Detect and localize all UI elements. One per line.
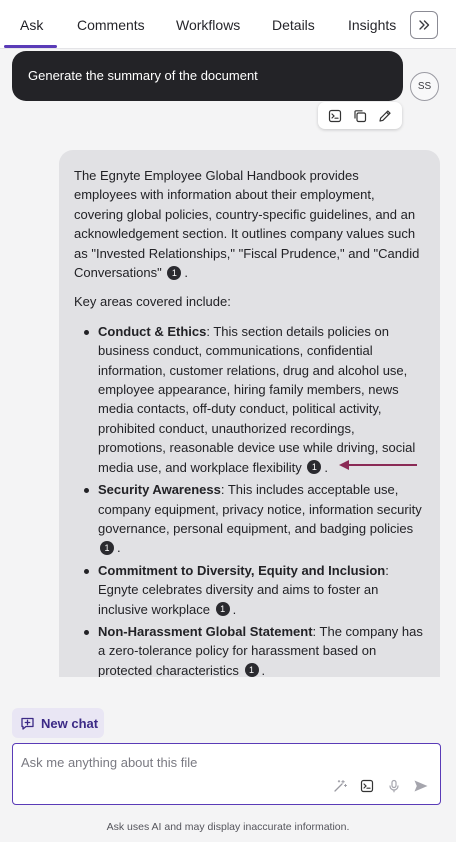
key-areas-list: Conduct & Ethics: This section details p…	[74, 322, 425, 677]
copy-prompt-button[interactable]	[349, 105, 371, 127]
citation-badge[interactable]: 1	[307, 460, 322, 475]
list-item: Non-Harassment Global Statement: The com…	[74, 622, 425, 677]
send-button[interactable]	[412, 777, 430, 795]
expand-panel-button[interactable]	[410, 11, 438, 39]
user-prompt-text: Generate the summary of the document	[28, 68, 258, 83]
citation-badge[interactable]: 1	[215, 602, 230, 617]
prompt-actions-toolbar	[318, 102, 402, 129]
annotation-arrow-icon	[339, 460, 417, 470]
list-item: Security Awareness: This includes accept…	[74, 480, 425, 558]
active-tab-indicator	[4, 45, 57, 48]
magic-wand-button[interactable]	[331, 777, 349, 795]
new-chat-label: New chat	[41, 715, 99, 731]
user-prompt-bubble: Generate the summary of the document	[12, 51, 403, 101]
prompt-terminal-button[interactable]	[324, 105, 346, 127]
pencil-icon	[379, 109, 391, 122]
chat-plus-icon	[21, 717, 34, 730]
terminal-icon	[360, 779, 374, 793]
citation-badge[interactable]: 1	[100, 540, 114, 555]
copy-icon	[354, 109, 367, 122]
answer-intro: The Egnyte Employee Global Handbook prov…	[74, 168, 420, 281]
send-icon	[414, 780, 428, 792]
avatar: SS	[410, 72, 439, 101]
ai-answer-card: The Egnyte Employee Global Handbook prov…	[59, 150, 440, 677]
list-item: Commitment to Diversity, Equity and Incl…	[74, 561, 425, 619]
edit-prompt-button[interactable]	[374, 105, 396, 127]
voice-input-button[interactable]	[385, 777, 403, 795]
microphone-icon	[389, 779, 399, 793]
ask-terminal-button[interactable]	[358, 777, 376, 795]
citation-badge[interactable]: 1	[167, 265, 182, 280]
tab-details[interactable]: Details	[272, 17, 315, 33]
tab-bar: Ask Comments Workflows Details Insights	[0, 0, 456, 49]
tab-comments[interactable]: Comments	[77, 17, 145, 33]
terminal-icon	[328, 109, 341, 122]
double-chevron-right-icon	[419, 20, 430, 30]
tab-ask[interactable]: Ask	[20, 17, 43, 33]
new-chat-button[interactable]: New chat	[12, 708, 104, 738]
key-areas-label: Key areas covered include:	[74, 294, 231, 310]
magic-wand-icon	[334, 780, 347, 792]
ai-disclaimer: Ask uses AI and may display inaccurate i…	[106, 821, 350, 833]
ask-input[interactable]	[21, 752, 321, 772]
list-item: Conduct & Ethics: This section details p…	[74, 322, 425, 477]
ask-box	[12, 743, 441, 805]
citation-badge[interactable]: 1	[244, 663, 259, 677]
tab-insights[interactable]: Insights	[348, 17, 396, 33]
tab-workflows[interactable]: Workflows	[176, 17, 240, 33]
